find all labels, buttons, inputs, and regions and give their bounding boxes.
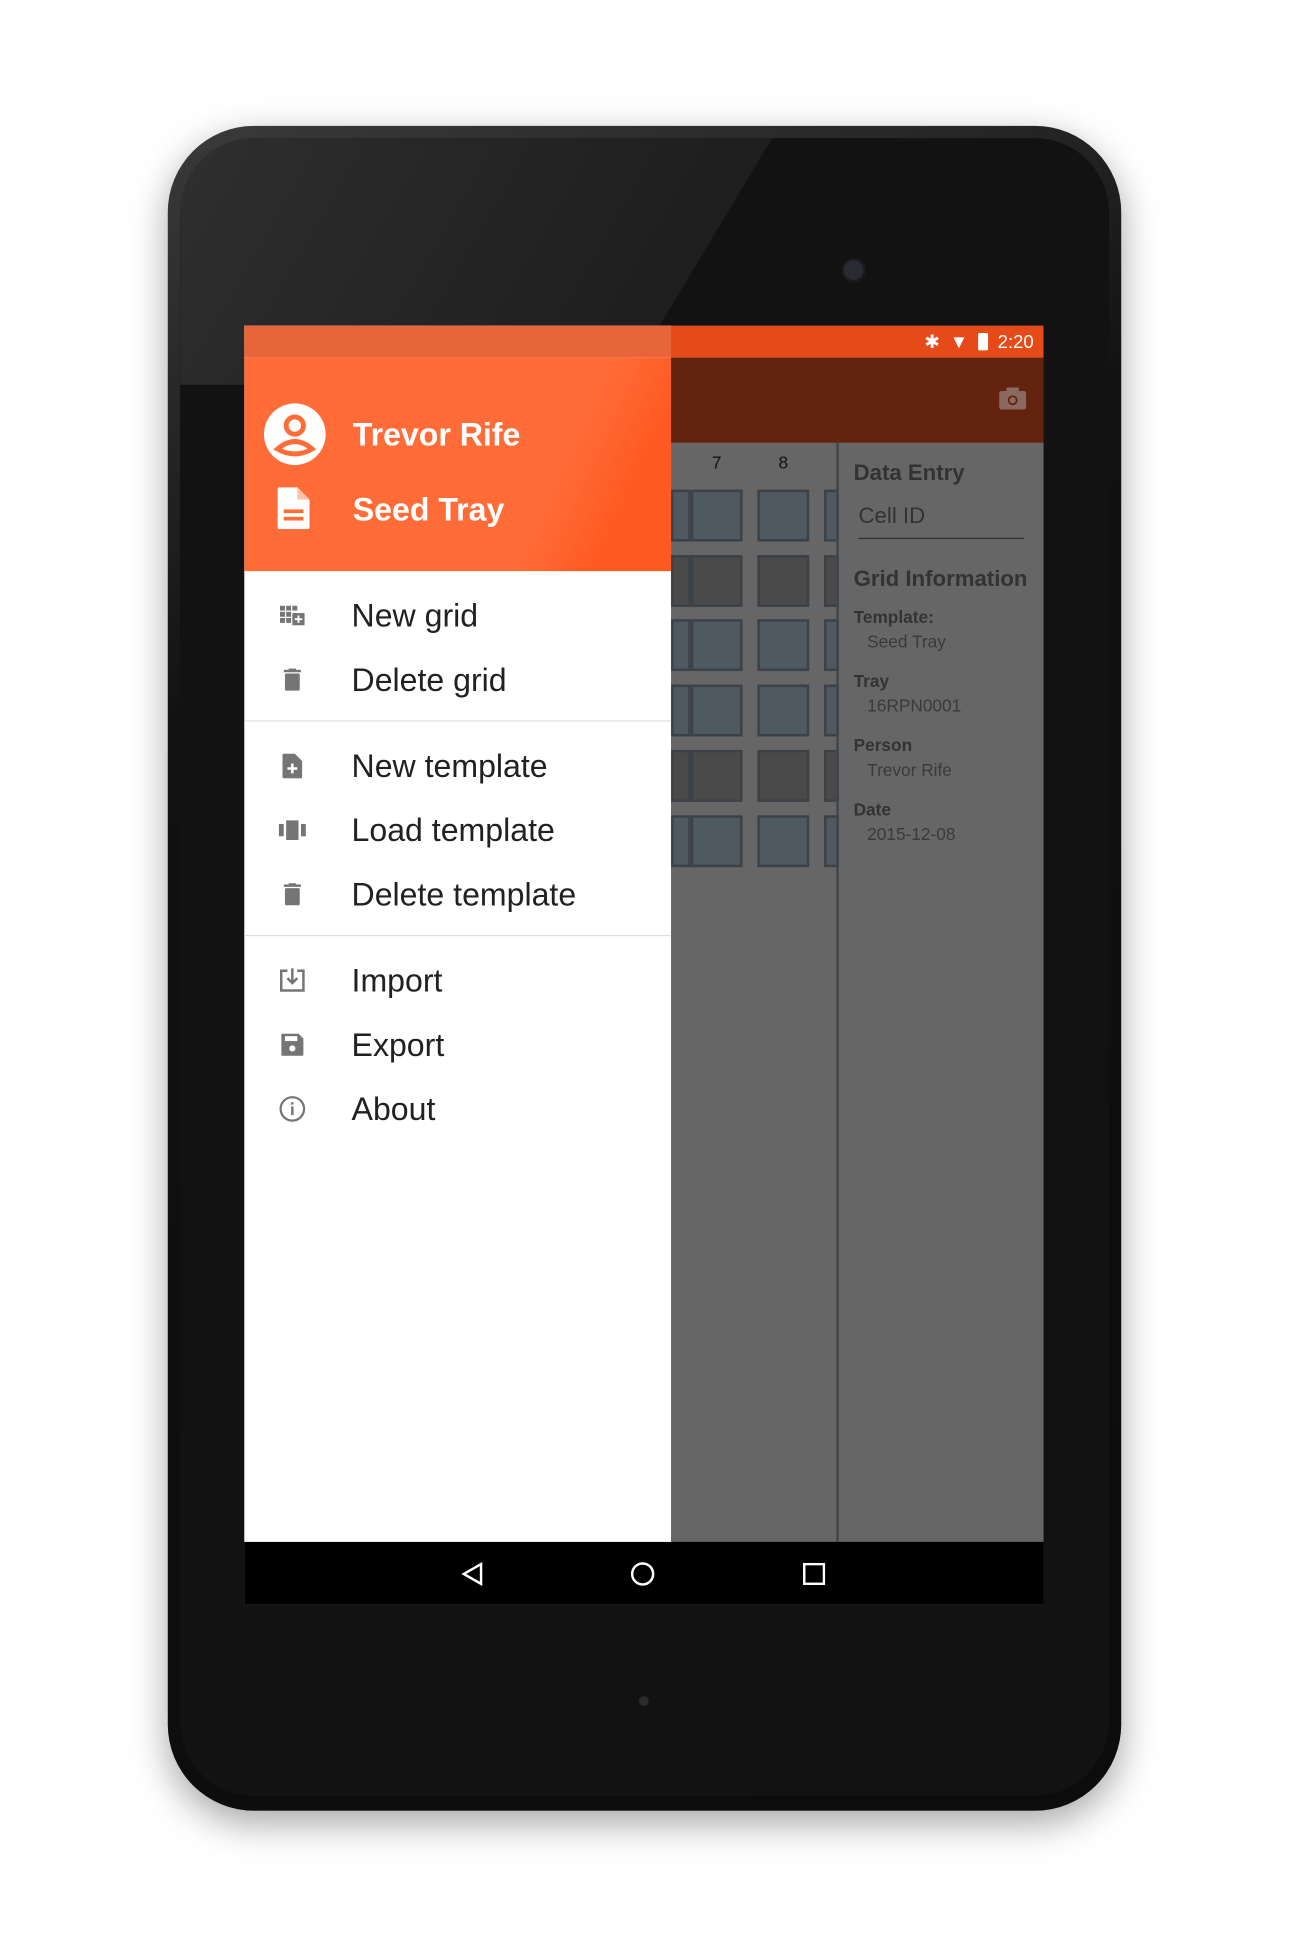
clock: 2:20: [997, 331, 1034, 353]
drawer-header: Trevor Rife Seed Tray: [244, 357, 672, 572]
info-label: Date: [853, 799, 892, 820]
battery-icon: [977, 333, 988, 351]
menu-item-about[interactable]: About: [244, 1077, 671, 1141]
grid-cell[interactable]: [757, 619, 810, 672]
info-value: Trevor Rife: [867, 759, 952, 780]
trash-icon: [276, 664, 308, 696]
menu-item-delete-template[interactable]: Delete template: [244, 862, 671, 926]
menu-item-new-grid[interactable]: New grid: [244, 583, 671, 647]
grid-cell[interactable]: [690, 489, 743, 542]
save-icon: [276, 1029, 308, 1061]
menu-item-label: Export: [351, 1025, 445, 1063]
bluetooth-icon: ✱: [924, 331, 940, 353]
account-icon: [263, 403, 326, 466]
navigation-drawer: Trevor Rife Seed Tray New grid Delete gri…: [244, 325, 672, 1542]
info-value: Seed Tray: [867, 631, 946, 652]
grid-cell[interactable]: [690, 555, 743, 607]
template-name: Seed Tray: [352, 490, 505, 528]
drawer-status-scrim: [244, 325, 672, 358]
info-field: Template: Seed Tray: [854, 607, 1044, 671]
camera-icon[interactable]: [999, 387, 1027, 410]
grid-cell[interactable]: [671, 749, 691, 802]
grid-cell[interactable]: [671, 489, 691, 542]
panel-divider: [836, 442, 839, 1542]
grid-cell[interactable]: [690, 749, 743, 802]
grid-cell[interactable]: [690, 684, 743, 737]
grid-cell[interactable]: [757, 815, 810, 868]
menu-item-label: About: [351, 1089, 436, 1127]
menu-divider: [244, 934, 672, 937]
grid-add-icon: [276, 599, 308, 631]
front-camera: [841, 257, 866, 283]
menu-item-load-template[interactable]: Load template: [244, 798, 671, 862]
screen: ✱ ▼ 2:20 7 8 Data Entry Cell ID Grid Inf…: [244, 325, 1044, 1605]
wifi-icon: ▼: [949, 331, 969, 353]
cell-id-input[interactable]: Cell ID: [858, 503, 1024, 540]
grid-cell[interactable]: [757, 684, 810, 737]
file-add-icon: [276, 750, 308, 782]
menu-item-label: Import: [351, 961, 443, 999]
back-icon[interactable]: [461, 1561, 483, 1587]
grid-cell[interactable]: [671, 684, 691, 737]
grid-cell[interactable]: [671, 815, 691, 868]
nav-bar: [244, 1541, 1044, 1605]
menu-item-label: Delete grid: [351, 660, 507, 698]
menu-item-label: New grid: [351, 596, 479, 634]
column-label: 7: [711, 452, 722, 473]
info-value: 2015-12-08: [867, 823, 956, 844]
grid-info-title: Grid Information: [853, 566, 1028, 591]
info-label: Person: [853, 735, 913, 755]
menu-item-label: Load template: [351, 811, 555, 849]
info-label: Template:: [853, 606, 934, 627]
recents-icon[interactable]: [803, 1562, 826, 1586]
menu-item-delete-grid[interactable]: Delete grid: [244, 648, 671, 712]
info-value: 16RPN0001: [867, 695, 962, 716]
user-name: Trevor Rife: [352, 415, 521, 453]
carousel-icon: [276, 814, 308, 846]
grid-cell[interactable]: [671, 555, 691, 607]
data-entry-panel: Data Entry Cell ID Grid Information Temp…: [854, 443, 1044, 864]
info-field: Date 2015-12-08: [854, 799, 1044, 863]
menu-item-import[interactable]: Import: [244, 949, 671, 1013]
menu-divider: [244, 720, 672, 722]
grid-cell[interactable]: [757, 489, 810, 542]
info-field: Person Trevor Rife: [854, 735, 1044, 799]
info-field: Tray 16RPN0001: [854, 671, 1044, 735]
import-icon: [276, 965, 308, 997]
data-entry-title: Data Entry: [853, 460, 965, 485]
grid-cell[interactable]: [757, 749, 810, 802]
grid-cell[interactable]: [757, 555, 810, 607]
grid-cell[interactable]: [690, 815, 743, 868]
home-icon[interactable]: [630, 1562, 655, 1587]
info-label: Tray: [853, 671, 890, 691]
menu-item-label: New template: [351, 746, 548, 784]
column-label: 8: [778, 452, 789, 473]
trash-icon: [276, 878, 308, 910]
menu-item-export[interactable]: Export: [244, 1013, 671, 1077]
sensor: [638, 1696, 649, 1706]
grid-cell[interactable]: [690, 619, 743, 672]
menu-item-label: Delete template: [351, 875, 577, 913]
info-icon: [276, 1093, 308, 1125]
grid-cell[interactable]: [671, 619, 691, 672]
menu-item-new-template[interactable]: New template: [244, 734, 671, 798]
document-icon: [277, 487, 310, 530]
